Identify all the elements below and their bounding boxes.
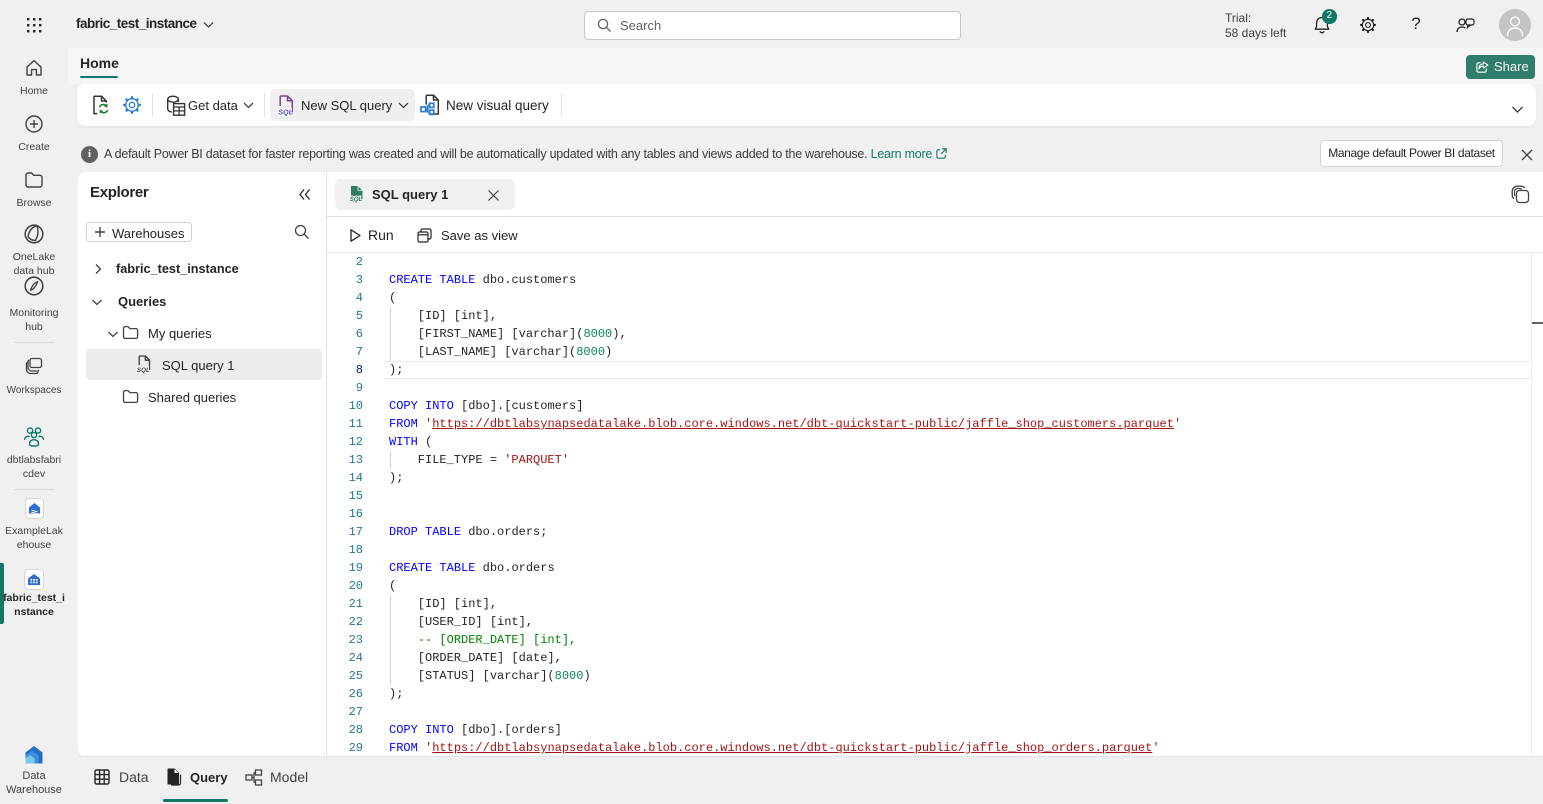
svg-text:SQL: SQL: [278, 107, 293, 116]
svg-text:SQL: SQL: [137, 367, 150, 374]
svg-text:SQL: SQL: [350, 196, 363, 203]
